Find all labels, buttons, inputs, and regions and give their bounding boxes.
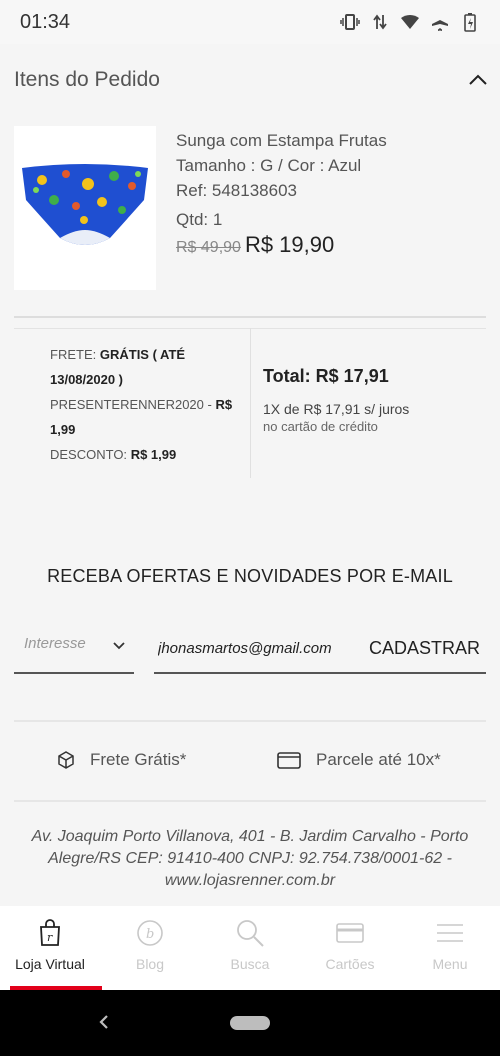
product-size-color: Tamanho : G / Cor : Azul [176,156,362,175]
discount-label: DESCONTO: [50,447,128,462]
old-price: R$ 49,90 [176,239,241,256]
benefits-row: Frete Grátis* Parcele até 10x* [0,740,500,780]
battery-icon [460,12,480,32]
chevron-down-icon[interactable] [112,638,126,652]
order-summary: FRETE: GRÁTIS ( ATÉ 13/08/2020 ) PRESENT… [14,328,486,480]
card-icon [277,752,301,769]
store-bag-icon: r [40,919,60,946]
newsletter-title: RECEBA OFERTAS E NOVIDADES POR E-MAIL [47,566,453,586]
shipping-label: FRETE: [50,347,97,362]
product-info: Sunga com Estampa Frutas Tamanho : G / C… [176,128,387,258]
nav-label-blog: Blog [135,956,165,972]
product-name[interactable]: Sunga com Estampa Frutas [176,128,387,153]
svg-text:r: r [47,931,53,944]
nav-item-menu[interactable]: Menu [400,906,500,990]
interest-select[interactable]: Interesse [14,628,134,674]
nav-label-store: Loja Virtual [15,956,85,972]
chevron-up-icon[interactable] [466,68,490,92]
svg-text:b: b [146,927,154,942]
nav-label-search: Busca [230,956,270,972]
store-address: Av. Joaquim Porto Villanova, 401 - B. Ja… [31,828,469,889]
installments-text: 1X de R$ 17,91 s/ juros [263,401,410,417]
vibrate-icon [340,12,360,32]
nav-label-cards: Cartões [325,956,375,972]
nav-item-search[interactable]: Busca [200,906,300,990]
nav-item-cards[interactable]: Cartões [300,906,400,990]
order-item: Sunga com Estampa Frutas Tamanho : G / C… [14,126,486,292]
divider [14,800,486,802]
summary-total: Total: R$ 17,91 1X de R$ 17,91 s/ juros … [263,366,409,434]
menu-icon [437,924,463,942]
free-shipping-benefit: Frete Grátis* [56,750,186,770]
blog-icon: b [137,920,163,946]
divider [14,316,486,318]
box-icon [58,751,74,769]
home-button[interactable] [230,1016,270,1030]
new-price: R$ 19,90 [244,232,335,257]
status-icons [340,12,480,32]
nav-label-menu: Menu [432,956,468,972]
nav-item-store[interactable]: r Loja Virtual [0,906,102,990]
order-items-header[interactable]: Itens do Pedido [14,60,490,100]
order-total: Total: R$ 17,91 [263,366,389,386]
interest-placeholder: Interesse [24,634,86,652]
system-nav-bar [0,990,500,1056]
back-icon[interactable] [96,1012,112,1032]
card-icon [336,923,364,943]
wifi-icon [400,12,420,32]
email-field[interactable] [158,639,368,657]
divider [14,720,486,722]
nav-item-blog[interactable]: b Blog [100,906,200,990]
order-items-title: Itens do Pedido [14,68,160,91]
airplane-icon [430,12,450,32]
status-time: 01:34 [20,10,71,33]
product-quantity: Qtd: 1 [176,210,223,229]
coupon-label: PRESENTERENNER2020 - [50,397,212,412]
price-row: R$ 49,90 R$ 19,90 [176,232,387,258]
search-icon [237,920,264,947]
signup-button[interactable]: CADASTRAR [369,638,480,659]
summary-details: FRETE: GRÁTIS ( ATÉ 13/08/2020 ) PRESENT… [50,342,250,467]
data-arrows-icon [370,12,390,32]
divider [250,328,251,478]
free-shipping-label: Frete Grátis* [90,750,187,769]
installments-label: Parcele até 10x* [316,750,441,769]
product-ref: Ref: 548138603 [176,181,297,200]
installments-benefit: Parcele até 10x* [276,750,441,770]
status-bar: 01:34 [0,0,500,44]
product-image[interactable] [14,126,156,290]
discount-value: R$ 1,99 [130,447,177,462]
installments-note: no cartão de crédito [263,419,378,434]
bottom-nav: r Loja Virtual b Blog Busca Cartões Menu [0,906,500,990]
email-field-wrap: CADASTRAR [154,628,486,674]
